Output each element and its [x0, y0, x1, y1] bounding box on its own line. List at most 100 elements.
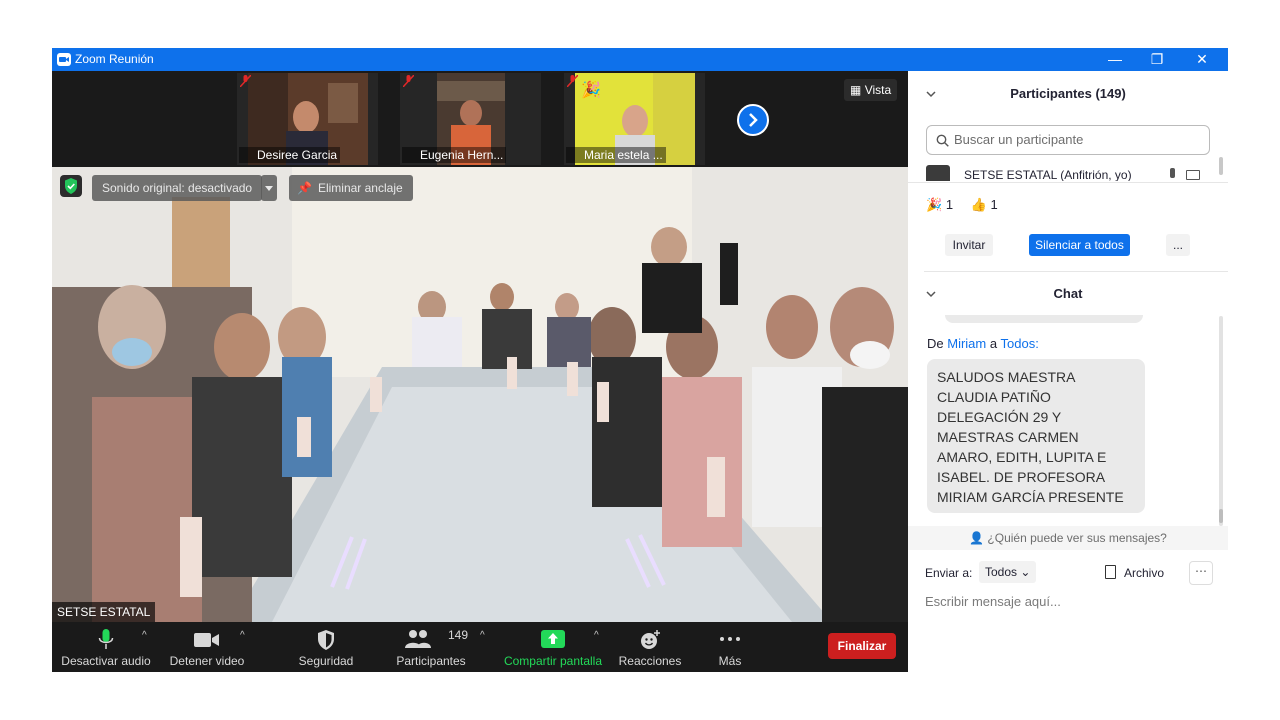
audio-options-caret-icon[interactable]: ^	[142, 630, 147, 641]
title-bar: Zoom Reunión — ❐ ✕	[52, 48, 1228, 71]
meeting-toolbar: Desactivar audio ^ Detener video ^ Segur…	[52, 622, 908, 672]
divider	[924, 271, 1228, 272]
mic-icon	[1170, 168, 1175, 178]
chat-message-input[interactable]: Escribir mensaje aquí...	[925, 594, 1061, 609]
to-word: a	[989, 336, 998, 351]
participants-label: Participantes	[396, 654, 466, 668]
pin-icon: 📌	[297, 181, 312, 195]
file-label: Archivo	[1124, 566, 1165, 580]
reaction-count: 1	[945, 197, 954, 212]
unpin-label: Eliminar anclaje	[317, 181, 403, 195]
who-can-see-link[interactable]: 👤 ¿Quién puede ver sus mensajes?	[908, 526, 1228, 550]
participants-options-caret-icon[interactable]: ^	[480, 630, 485, 641]
chat-scrollbar-track	[1219, 316, 1223, 526]
unpin-button[interactable]: 📌 Eliminar anclaje	[289, 175, 413, 201]
mute-audio-button[interactable]: Desactivar audio	[58, 622, 154, 672]
more-label: Más	[718, 654, 742, 668]
side-panel: Participantes (149) Buscar un participan…	[908, 71, 1228, 672]
share-screen-label: Compartir pantalla	[503, 654, 603, 668]
send-to-dropdown[interactable]: Todos ⌄	[979, 561, 1037, 583]
next-page-button[interactable]	[737, 104, 769, 136]
close-button[interactable]: ✕	[1179, 48, 1225, 71]
participants-more-button[interactable]: ...	[1166, 234, 1190, 256]
thumbnail-strip: Desiree Garcia Eugenia Hern... 🎉 Maria e…	[52, 71, 908, 167]
party-popper-icon: 🎉	[581, 80, 601, 99]
meeting-room-video	[52, 167, 908, 622]
person-info-icon: 👤	[969, 531, 985, 545]
message-header: De Miriam a Todos:	[927, 336, 1039, 351]
video-area: Desiree Garcia Eugenia Hern... 🎉 Maria e…	[52, 71, 908, 672]
send-to-row: Enviar a: Todos ⌄ Archivo ⋯	[925, 561, 1215, 585]
chevron-down-icon: ⌄	[1020, 565, 1031, 579]
chat-panel-title: Chat	[1053, 286, 1083, 301]
mute-audio-label: Desactivar audio	[61, 654, 151, 668]
participant-thumbnail[interactable]: Eugenia Hern...	[400, 73, 541, 165]
participant-thumbnail[interactable]: 🎉 Maria estela ...	[564, 73, 705, 165]
security-button[interactable]: Seguridad	[292, 622, 360, 672]
participant-name: Eugenia Hern...	[402, 147, 507, 163]
more-button[interactable]: Más	[706, 622, 754, 672]
search-icon	[936, 134, 949, 147]
stop-video-button[interactable]: Detener video	[164, 622, 250, 672]
participant-name: Desiree Garcia	[239, 147, 341, 163]
participant-thumbnail[interactable]: Desiree Garcia	[237, 73, 378, 165]
thumbs-up-icon: 👍	[970, 197, 987, 212]
participants-count: 149	[448, 628, 469, 642]
original-sound-dropdown[interactable]	[261, 175, 277, 201]
participant-search-input[interactable]: Buscar un participante	[926, 125, 1210, 155]
reaction-summary: 🎉 1 👍 1	[926, 197, 998, 213]
participant-row-name: SETSE ESTATAL (Anfitrión, yo)	[964, 168, 1132, 181]
share-options-caret-icon[interactable]: ^	[594, 630, 599, 641]
invite-button[interactable]: Invitar	[945, 234, 993, 256]
video-camera-icon	[194, 633, 219, 647]
participants-button[interactable]: 149 Participantes	[390, 622, 472, 672]
participant-row[interactable]: SETSE ESTATAL (Anfitrión, yo)	[926, 165, 1216, 181]
share-screen-button[interactable]: Compartir pantalla	[498, 622, 608, 672]
participants-scrollbar[interactable]	[1219, 157, 1223, 175]
file-button[interactable]: Archivo	[1105, 565, 1164, 580]
participants-panel-title: Participantes (149)	[1010, 86, 1126, 101]
minimize-button[interactable]: —	[1092, 48, 1138, 71]
chat-more-button[interactable]: ⋯	[1189, 561, 1213, 585]
from-prefix: De	[927, 336, 944, 351]
party-popper-icon: 🎉	[926, 197, 943, 212]
restore-button[interactable]: ❐	[1134, 48, 1180, 71]
send-to-label: Enviar a:	[925, 566, 973, 580]
video-options-caret-icon[interactable]: ^	[240, 630, 245, 641]
camera-icon	[1186, 170, 1200, 180]
active-speaker-name: SETSE ESTATAL	[52, 602, 156, 622]
sender-name[interactable]: Miriam	[947, 336, 986, 351]
original-sound-button[interactable]: Sonido original: desactivado	[92, 175, 263, 201]
send-to-value: Todos	[985, 565, 1018, 579]
more-dots-icon	[720, 637, 740, 641]
avatar	[926, 165, 950, 181]
security-shield-icon	[318, 630, 334, 650]
window-title: Zoom Reunión	[75, 52, 154, 66]
view-button[interactable]: ▦ Vista	[844, 79, 898, 101]
recipient-name[interactable]: Todos:	[1001, 336, 1039, 351]
previous-message-bubble	[945, 315, 1143, 323]
view-label: Vista	[864, 83, 892, 97]
end-meeting-button[interactable]: Finalizar	[828, 633, 896, 659]
reaction-count: 1	[990, 197, 998, 212]
zoom-app-icon	[57, 53, 71, 66]
search-placeholder: Buscar un participante	[954, 132, 1084, 147]
caret-down-icon	[265, 186, 273, 191]
security-shield-badge[interactable]	[60, 175, 82, 197]
microphone-icon	[98, 629, 114, 649]
add-reaction-icon	[641, 630, 660, 649]
chevron-right-icon	[749, 113, 758, 127]
zoom-window: Zoom Reunión — ❐ ✕ Desiree Garcia Eugeni…	[52, 48, 1228, 672]
security-label: Seguridad	[298, 654, 354, 668]
muted-mic-icon	[403, 75, 414, 87]
who-can-see-text: ¿Quién puede ver sus mensajes?	[987, 531, 1167, 545]
reactions-button[interactable]: Reacciones	[614, 622, 686, 672]
divider	[908, 182, 1228, 183]
muted-mic-icon	[240, 75, 251, 87]
chat-scrollbar-thumb[interactable]	[1219, 509, 1223, 523]
participant-name: Maria estela ...	[566, 147, 666, 163]
shield-check-icon	[65, 178, 77, 194]
mute-all-button[interactable]: Silenciar a todos	[1029, 234, 1130, 256]
reactions-label: Reacciones	[618, 654, 682, 668]
file-icon	[1105, 565, 1116, 579]
